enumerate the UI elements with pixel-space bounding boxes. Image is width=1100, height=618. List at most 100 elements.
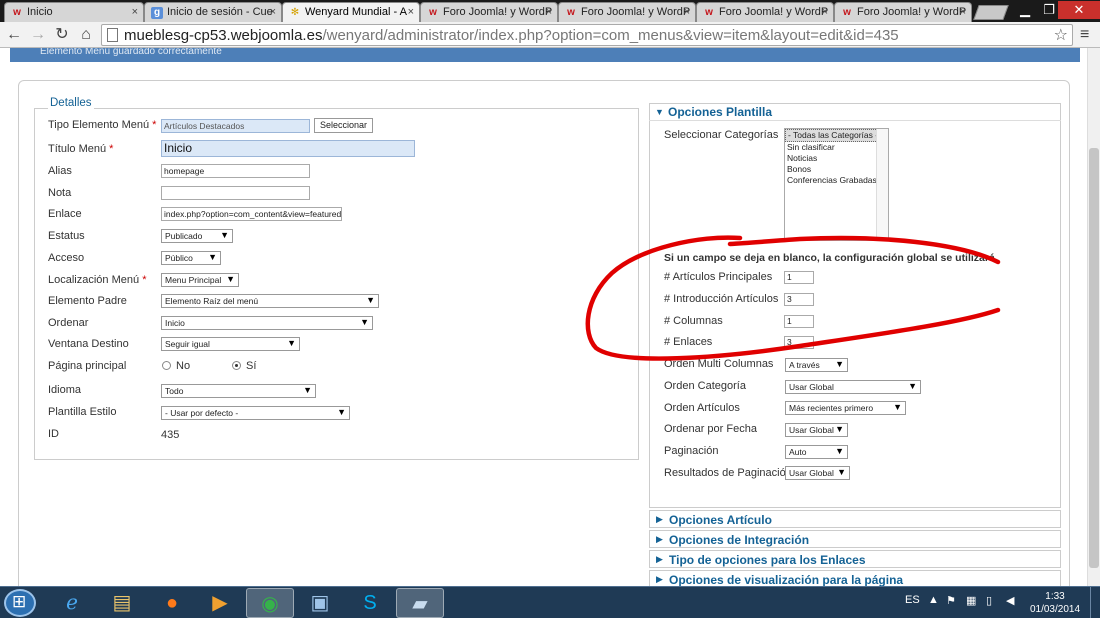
page-scrollbar-thumb[interactable] [1089,148,1099,568]
chrome-icon[interactable]: ◉ [246,588,294,618]
pagina-no-radio[interactable] [162,361,171,370]
spider-icon: ✻ [290,7,300,18]
browser-tab-3[interactable]: ✻ Wenyard Mundial - A × [282,2,420,22]
introduccion-input[interactable]: 3 [784,293,814,306]
estatus-select[interactable]: Publicado ▼ [161,229,233,243]
nota-input[interactable] [161,186,310,200]
list-item[interactable]: Conferencias Grabadas [785,175,888,186]
google-g-icon: g [151,7,163,19]
ventana-select[interactable]: Seguir igual ▼ [161,337,300,351]
list-item[interactable]: - Todas las Categorías - [785,129,888,142]
categoria-order-select[interactable]: Usar Global ▼ [785,380,921,394]
localizacion-select[interactable]: Menu Principal ▼ [161,273,239,287]
file-explorer-icon[interactable]: ▤ [98,588,146,618]
chevron-down-icon: ▼ [908,381,917,391]
resultados-select[interactable]: Usar Global ▼ [785,466,850,480]
power-icon[interactable]: ▯ [986,594,992,607]
accordion-opciones-enlaces[interactable]: ▶ Tipo de opciones para los Enlaces [649,550,1061,568]
chevron-down-icon: ▼ [220,230,229,240]
chevron-down-icon: ▼ [366,295,375,305]
close-window-button[interactable]: ✕ [1058,1,1100,19]
firefox-icon[interactable]: ● [148,588,196,618]
url-text[interactable]: mueblesg-cp53.webjoomla.es/wenyard/admin… [124,27,899,44]
browser-tab-6[interactable]: w Foro Joomla! y WordP × [696,2,834,22]
forward-arrow-icon[interactable]: → [29,26,47,44]
listbox-scrollbar[interactable] [876,129,888,240]
plantilla-select[interactable]: - Usar por defecto - ▼ [161,406,350,420]
accordion-opciones-articulo[interactable]: ▶ Opciones Artículo [649,510,1061,528]
triangle-down-icon: ▼ [655,107,664,117]
remote-desktop-icon[interactable]: ▣ [296,588,344,618]
media-player-icon[interactable]: ▶ [196,588,244,618]
accordion-opciones-visualizacion[interactable]: ▶ Opciones de visualización para la pági… [649,570,1061,586]
list-item[interactable]: Bonos [785,164,888,175]
language-indicator[interactable]: ES [905,594,920,606]
enlaces-input[interactable]: 3 [784,336,814,349]
accordion-opciones-integracion[interactable]: ▶ Opciones de Integración [649,530,1061,548]
tab-close-icon[interactable]: × [132,6,138,18]
categorias-listbox[interactable]: - Todas las Categorías - Sin clasificar … [784,128,889,241]
browser-tab-4[interactable]: w Foro Joomla! y WordP × [420,2,558,22]
tipo-input[interactable]: Artículos Destacados [161,119,310,133]
tab-close-icon[interactable]: × [546,6,552,18]
tab-close-icon[interactable]: × [270,6,276,18]
tab-close-icon[interactable]: × [960,6,966,18]
browser-menu-icon[interactable]: ≡ [1080,26,1089,44]
page-icon [107,28,118,42]
seleccionar-button[interactable]: Seleccionar [314,118,374,133]
tray-expand-icon[interactable]: ▲ [928,594,939,606]
tab-close-icon[interactable]: × [408,6,414,18]
internet-explorer-icon[interactable]: ℯ [48,588,96,618]
categorias-label: Seleccionar Categorías [664,129,779,141]
joomla-w-icon: w [705,7,713,18]
fecha-select[interactable]: Usar Global ▼ [785,423,848,437]
show-desktop-button[interactable] [1090,587,1100,618]
browser-tab-5[interactable]: w Foro Joomla! y WordP × [558,2,696,22]
articulos-order-select[interactable]: Más recientes primero ▼ [785,401,906,415]
titulo-label: Título Menú * [48,143,114,155]
list-item[interactable]: Sin clasificar [785,142,888,153]
triangle-right-icon: ▶ [656,534,663,544]
tab-close-icon[interactable]: × [822,6,828,18]
volume-icon[interactable]: ◀ [1006,594,1014,607]
browser-tab-2[interactable]: g Inicio de sesión - Cue × [144,2,282,22]
titulo-input[interactable]: Inicio [161,140,415,157]
chevron-down-icon: ▼ [337,407,346,417]
bookmark-star-icon[interactable]: ☆ [1054,25,1068,45]
start-button[interactable] [4,589,36,617]
idioma-select[interactable]: Todo ▼ [161,384,316,398]
windows-taskbar: ℯ ▤ ● ▶ ◉ ▣ S ▰ ES ▲ ⚑ ▦ ▯ ◀ 1:33 01/03/… [0,586,1100,618]
pagina-si-radio[interactable] [232,361,241,370]
list-item[interactable]: Noticias [785,153,888,164]
browser-tab-7[interactable]: w Foro Joomla! y WordP × [834,2,972,22]
padre-select[interactable]: Elemento Raíz del menú ▼ [161,294,379,308]
principales-label: # Artículos Principales [664,271,773,283]
alias-input[interactable]: homepage [161,164,310,178]
back-arrow-icon[interactable]: ← [5,26,23,44]
chevron-down-icon: ▼ [893,402,902,412]
acceso-select[interactable]: Público ▼ [161,251,221,265]
home-icon[interactable]: ⌂ [77,26,95,44]
principales-input[interactable]: 1 [784,271,814,284]
taskbar-clock[interactable]: 1:33 01/03/2014 [1026,590,1084,616]
notes-app-icon[interactable]: ▰ [396,588,444,618]
address-bar[interactable]: mueblesg-cp53.webjoomla.es/wenyard/admin… [101,24,1073,46]
network-icon[interactable]: ⚑ [946,594,956,607]
columnas-label: # Columnas [664,315,723,327]
reload-icon[interactable]: ↻ [53,26,71,44]
new-tab-button[interactable] [973,5,1009,20]
enlace-input[interactable]: index.php?option=com_content&view=featur… [161,207,342,221]
flag-icon[interactable]: ▦ [966,594,976,607]
opciones-plantilla-title[interactable]: Opciones Plantilla [668,105,772,119]
chevron-down-icon: ▼ [287,338,296,348]
ordenar-select[interactable]: Inicio ▼ [161,316,373,330]
browser-tab-1[interactable]: w Inicio × [4,2,144,22]
minimize-button[interactable]: ▁ [1012,1,1038,19]
id-label: ID [48,428,59,440]
columnas-input[interactable]: 1 [784,315,814,328]
paginacion-select[interactable]: Auto ▼ [785,445,848,459]
tab-close-icon[interactable]: × [684,6,690,18]
fecha-label: Ordenar por Fecha [664,423,757,435]
skype-icon[interactable]: S [346,588,394,618]
multicol-select[interactable]: A través ▼ [785,358,848,372]
